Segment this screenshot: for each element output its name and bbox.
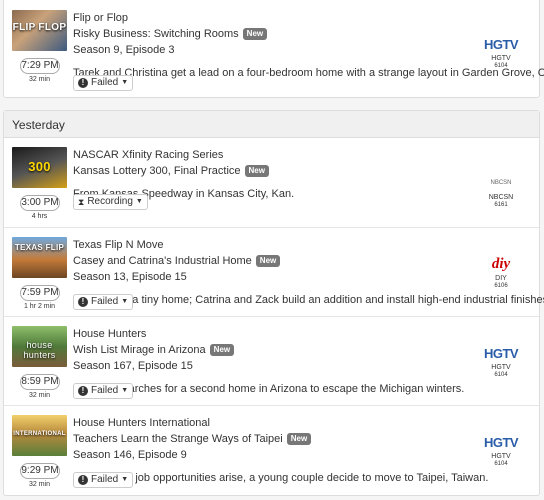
episode-title: Casey and Catrina's Industrial Home: [73, 255, 252, 267]
air-time-pill: 7:29 PM: [20, 58, 60, 74]
channel-number: 6106: [494, 283, 508, 289]
episode-title: Risky Business: Switching Rooms: [73, 28, 239, 40]
channel-name: NBCSN: [488, 194, 514, 201]
status-dropdown-button[interactable]: ! Failed ▼: [73, 294, 134, 310]
status-dropdown-button[interactable]: ! Failed ▼: [73, 383, 134, 399]
diy-logo-icon: diy: [491, 255, 511, 272]
season-episode: Season 9, Episode 3: [73, 44, 175, 56]
status-label: Failed: [91, 385, 119, 396]
channel-info: diy DIY 6106: [481, 255, 521, 290]
thumbnail-text: house hunters: [23, 340, 56, 360]
status-dropdown-button[interactable]: ! Failed ▼: [73, 75, 134, 91]
status-label: Recording: [87, 196, 133, 207]
status-dropdown-button[interactable]: ! Failed ▼: [73, 472, 134, 488]
channel-name: HGTV: [491, 364, 511, 371]
channel-info: HGTV HGTV 6104: [481, 433, 521, 468]
show-thumbnail[interactable]: TEXAS FLIP: [12, 237, 67, 278]
episode-title: Wish List Mirage in Arizona: [73, 344, 206, 356]
thumbnail-text: INTERNATIONAL: [13, 431, 66, 437]
caret-down-icon: ▼: [121, 79, 129, 86]
episode-line: Wish List Mirage in Arizona New: [73, 343, 463, 357]
caret-down-icon: ▼: [121, 298, 129, 305]
item-content: Flip or Flop Risky Business: Switching R…: [73, 11, 544, 80]
season-episode: Season 167, Episode 15: [73, 360, 193, 372]
new-badge: New: [286, 433, 312, 445]
caret-down-icon: ▼: [121, 387, 129, 394]
hourglass-icon: ⧗: [78, 197, 85, 207]
episode-line: Kansas Lottery 300, Final Practice New: [73, 164, 463, 178]
thumbnail-text: TEXAS FLIP: [14, 243, 65, 252]
status-dropdown-button[interactable]: ⧗ Recording ▼: [73, 194, 148, 210]
status-label: Failed: [91, 77, 119, 88]
channel-number: 6104: [494, 63, 508, 69]
channel-number: 6104: [494, 461, 508, 467]
exclamation-icon: !: [78, 78, 88, 88]
duration: 1 hr 2 min: [23, 303, 56, 310]
show-title[interactable]: House Hunters International: [73, 416, 463, 430]
show-thumbnail[interactable]: INTERNATIONAL: [12, 415, 67, 456]
air-time-pill: 8:59 PM: [20, 374, 60, 390]
hgtv-logo-icon: HGTV: [483, 434, 519, 450]
episode-line: Casey and Catrina's Industrial Home New: [73, 254, 463, 268]
episode-line: Teachers Learn the Strange Ways of Taipe…: [73, 432, 463, 446]
nbcsn-logo-icon: NBCSN: [490, 180, 512, 186]
recording-item: TEXAS FLIP 7:59 PM 1 hr 2 min Texas Flip…: [4, 227, 544, 316]
show-thumbnail[interactable]: 300: [12, 147, 67, 188]
new-badge: New: [242, 28, 268, 40]
air-time-pill: 3:00 PM: [20, 195, 60, 211]
season-episode: Season 146, Episode 9: [73, 449, 187, 461]
show-title[interactable]: Texas Flip N Move: [73, 238, 463, 252]
channel-name: HGTV: [491, 55, 511, 62]
exclamation-icon: !: [78, 475, 88, 485]
duration: 32 min: [28, 392, 50, 399]
air-time-pill: 7:59 PM: [20, 285, 60, 301]
recording-item: FLIP FLOP 7:29 PM 32 min Flip or Flop Ri…: [4, 1, 544, 91]
show-thumbnail[interactable]: FLIP FLOP: [12, 10, 67, 51]
caret-down-icon: ▼: [121, 476, 129, 483]
recording-item: house hunters 8:59 PM 32 min House Hunte…: [4, 316, 539, 405]
section-heading: Yesterday: [4, 111, 539, 138]
thumbnail-text: 300: [28, 159, 51, 174]
show-title[interactable]: Flip or Flop: [73, 11, 463, 25]
channel-name: HGTV: [491, 453, 511, 460]
recording-item: INTERNATIONAL 9:29 PM 32 min House Hunte…: [4, 405, 539, 494]
status-label: Failed: [91, 474, 119, 485]
duration: 32 min: [28, 481, 50, 488]
new-badge: New: [244, 165, 269, 177]
show-title[interactable]: NASCAR Xfinity Racing Series: [73, 148, 463, 162]
show-title[interactable]: House Hunters: [73, 327, 463, 341]
new-badge: New: [209, 344, 235, 356]
recording-panel-yesterday: Yesterday 300 3:00 PM 4 hrs NASCAR Xfini…: [3, 110, 544, 496]
recording-item: 300 3:00 PM 4 hrs NASCAR Xfinity Racing …: [4, 138, 539, 227]
episode-title: Teachers Learn the Strange Ways of Taipe…: [73, 433, 283, 445]
exclamation-icon: !: [78, 297, 88, 307]
exclamation-icon: !: [78, 386, 88, 396]
duration: 4 hrs: [31, 213, 48, 220]
channel-info: HGTV HGTV 6104: [481, 344, 521, 379]
channel-info: NBCSN NBCSN 6161: [481, 174, 521, 208]
season-episode: Season 13, Episode 15: [73, 271, 187, 283]
caret-down-icon: ▼: [135, 198, 143, 205]
hgtv-logo-icon: HGTV: [483, 36, 519, 52]
channel-name: DIY: [495, 275, 507, 282]
episode-title: Kansas Lottery 300, Final Practice: [73, 165, 241, 177]
recording-panel-earlier: FLIP FLOP 7:29 PM 32 min Flip or Flop Ri…: [3, 0, 544, 98]
channel-info: HGTV HGTV 6104: [481, 35, 521, 70]
duration: 32 min: [28, 76, 50, 83]
episode-line: Risky Business: Switching Rooms New: [73, 27, 463, 41]
status-label: Failed: [91, 296, 119, 307]
new-badge: New: [255, 255, 281, 267]
air-time-pill: 9:29 PM: [20, 463, 60, 479]
thumbnail-text: FLIP FLOP: [12, 22, 67, 33]
show-thumbnail[interactable]: house hunters: [12, 326, 67, 367]
channel-number: 6104: [494, 372, 508, 378]
channel-number: 6161: [494, 202, 508, 208]
hgtv-logo-icon: HGTV: [483, 345, 519, 361]
